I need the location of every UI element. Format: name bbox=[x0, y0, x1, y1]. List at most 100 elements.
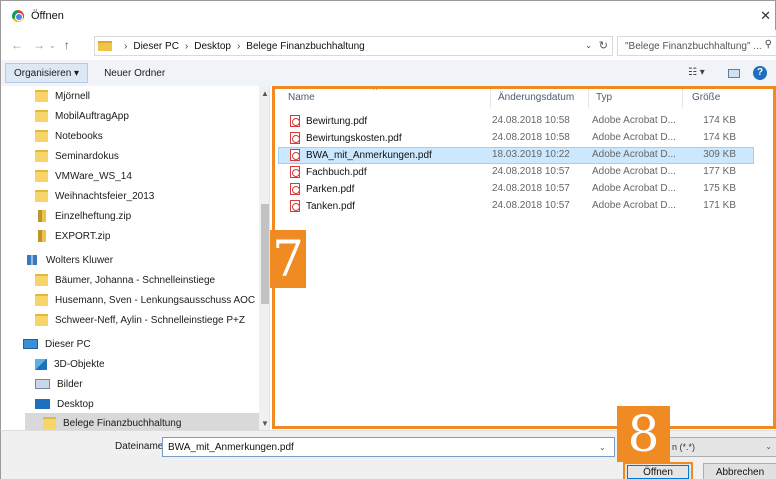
preview-pane-icon[interactable] bbox=[728, 69, 740, 78]
search-icon[interactable]: ⚲ bbox=[765, 39, 772, 50]
nav-item[interactable]: Dieser PC bbox=[23, 334, 91, 354]
file-list[interactable]: ^ Name Änderungsdatum Typ Größe Bewirtun… bbox=[270, 85, 776, 430]
cancel-button[interactable]: Abbrechen bbox=[703, 463, 776, 479]
close-icon[interactable]: ✕ bbox=[760, 8, 771, 24]
search-placeholder: "Belege Finanzbuchhaltung" ... bbox=[625, 40, 762, 52]
nav-item[interactable]: Bilder bbox=[35, 374, 83, 394]
3d-objects-icon bbox=[35, 358, 47, 370]
breadcrumb-separator-icon[interactable]: › bbox=[124, 41, 127, 52]
nav-scrollbar[interactable]: ▲ ▼ bbox=[259, 86, 269, 430]
breadcrumb-this-pc[interactable]: Dieser PC bbox=[133, 41, 179, 52]
breadcrumb-current-folder[interactable]: Belege Finanzbuchhaltung bbox=[246, 41, 364, 52]
back-arrow-icon[interactable]: ← bbox=[11, 38, 23, 52]
navigation-pane[interactable]: Mjörnell MobilAuftragApp Notebooks Semin… bbox=[0, 86, 270, 430]
column-divider[interactable] bbox=[682, 88, 683, 108]
folder-icon bbox=[35, 130, 48, 142]
new-folder-button[interactable]: Neuer Ordner bbox=[104, 68, 165, 79]
nav-item[interactable]: Einzelheftung.zip bbox=[35, 206, 131, 226]
breadcrumb-separator-icon[interactable]: › bbox=[237, 41, 240, 52]
address-row: ← → ⌄ ↑ › Dieser PC › Desktop › Belege F… bbox=[0, 30, 776, 60]
desktop-icon bbox=[35, 399, 50, 409]
nav-item[interactable]: Husemann, Sven - Lenkungsausschuss AOC bbox=[35, 290, 255, 310]
column-header-size[interactable]: Größe bbox=[692, 86, 720, 108]
pdf-icon bbox=[290, 149, 300, 161]
file-row[interactable]: Tanken.pdf 24.08.2018 10:57 Adobe Acroba… bbox=[278, 198, 754, 215]
filename-label: Dateiname: bbox=[115, 441, 167, 452]
view-options-icon[interactable]: ☷ ▾ bbox=[688, 67, 705, 78]
sort-caret-icon: ^ bbox=[373, 85, 378, 95]
network-icon bbox=[27, 255, 37, 265]
open-button-label: Öffnen bbox=[627, 465, 689, 479]
nav-item[interactable]: EXPORT.zip bbox=[35, 226, 110, 246]
pdf-icon bbox=[290, 115, 300, 127]
column-header-type[interactable]: Typ bbox=[596, 86, 612, 108]
pdf-icon bbox=[290, 200, 300, 212]
folder-icon bbox=[35, 314, 48, 326]
address-bar[interactable]: › Dieser PC › Desktop › Belege Finanzbuc… bbox=[94, 36, 613, 56]
zip-icon bbox=[38, 210, 46, 222]
file-row[interactable]: Bewirtungskosten.pdf 24.08.2018 10:58 Ad… bbox=[278, 130, 754, 147]
filetype-select[interactable]: n (*.*) ⌄ bbox=[666, 437, 776, 457]
folder-icon bbox=[35, 170, 48, 182]
nav-item[interactable]: Bäumer, Johanna - Schnelleinstiege bbox=[35, 270, 215, 290]
file-row[interactable]: Bewirtung.pdf 24.08.2018 10:58 Adobe Acr… bbox=[278, 113, 754, 130]
window-title: Öffnen bbox=[31, 9, 64, 22]
folder-icon bbox=[35, 274, 48, 286]
title-bar: Öffnen ✕ bbox=[0, 0, 776, 30]
step-marker-8: 8 bbox=[617, 406, 670, 462]
filename-input[interactable]: BWA_mit_Anmerkungen.pdf bbox=[162, 437, 615, 457]
nav-item[interactable]: Weihnachtsfeier_2013 bbox=[35, 186, 154, 206]
folder-icon bbox=[35, 294, 48, 306]
column-header-name[interactable]: Name bbox=[288, 86, 315, 108]
step-marker-7: 7 bbox=[270, 230, 306, 288]
column-divider[interactable] bbox=[490, 88, 491, 108]
folder-icon bbox=[35, 150, 48, 162]
help-icon[interactable]: ? bbox=[753, 66, 767, 80]
chevron-down-icon[interactable]: ⌄ bbox=[599, 443, 606, 452]
nav-item[interactable]: MobilAuftragApp bbox=[35, 106, 129, 126]
column-divider[interactable] bbox=[588, 88, 589, 108]
pdf-icon bbox=[290, 132, 300, 144]
file-row[interactable]: Parken.pdf 24.08.2018 10:57 Adobe Acroba… bbox=[278, 181, 754, 198]
search-input[interactable]: "Belege Finanzbuchhaltung" ... ⚲ bbox=[617, 36, 776, 56]
up-arrow-icon[interactable]: ↑ bbox=[64, 38, 70, 52]
chevron-down-icon[interactable]: ⌄ bbox=[585, 41, 592, 50]
scroll-down-icon[interactable]: ▼ bbox=[261, 419, 269, 428]
zip-icon bbox=[38, 230, 46, 242]
file-row-selected[interactable]: BWA_mit_Anmerkungen.pdf 18.03.2019 10:22… bbox=[278, 147, 754, 164]
nav-item[interactable]: Desktop bbox=[35, 394, 94, 414]
pdf-icon bbox=[290, 166, 300, 178]
organize-button[interactable]: Organisieren ▾ bbox=[5, 63, 89, 83]
recent-dropdown-icon[interactable]: ⌄ bbox=[49, 41, 56, 50]
nav-item[interactable]: Wolters Kluwer bbox=[25, 250, 113, 270]
filetype-value: n (*.*) bbox=[672, 442, 696, 452]
scroll-up-icon[interactable]: ▲ bbox=[261, 89, 269, 98]
folder-icon bbox=[35, 190, 48, 202]
scrollbar-thumb[interactable] bbox=[261, 204, 269, 304]
pdf-icon bbox=[290, 183, 300, 195]
forward-arrow-icon[interactable]: → bbox=[33, 38, 45, 52]
computer-icon bbox=[23, 339, 38, 349]
breadcrumb-separator-icon[interactable]: › bbox=[185, 41, 188, 52]
refresh-icon[interactable]: ↻ bbox=[599, 39, 608, 52]
nav-item[interactable]: Notebooks bbox=[35, 126, 103, 146]
nav-item[interactable]: 3D-Objekte bbox=[35, 354, 105, 374]
nav-item[interactable]: VMWare_WS_14 bbox=[35, 166, 132, 186]
folder-icon bbox=[35, 110, 48, 122]
nav-item[interactable]: Schweer-Neff, Aylin - Schnelleinstiege P… bbox=[35, 310, 245, 330]
folder-icon bbox=[35, 90, 48, 102]
command-toolbar: Organisieren ▾ Neuer Ordner ☷ ▾ ? bbox=[0, 60, 776, 86]
nav-item[interactable]: Seminardokus bbox=[35, 146, 119, 166]
open-button[interactable]: Öffnen bbox=[623, 462, 693, 479]
folder-icon bbox=[43, 417, 56, 429]
nav-item[interactable]: Mjörnell bbox=[35, 86, 90, 106]
chevron-down-icon[interactable]: ⌄ bbox=[765, 442, 772, 451]
breadcrumb-desktop[interactable]: Desktop bbox=[194, 41, 231, 52]
column-header-date[interactable]: Änderungsdatum bbox=[498, 86, 574, 108]
chrome-app-icon bbox=[12, 9, 24, 22]
file-row[interactable]: Fachbuch.pdf 24.08.2018 10:57 Adobe Acro… bbox=[278, 164, 754, 181]
filename-value: BWA_mit_Anmerkungen.pdf bbox=[168, 441, 294, 453]
nav-item-selected[interactable]: Belege Finanzbuchhaltung bbox=[25, 413, 259, 430]
pictures-icon bbox=[35, 379, 50, 389]
folder-icon bbox=[98, 41, 112, 51]
